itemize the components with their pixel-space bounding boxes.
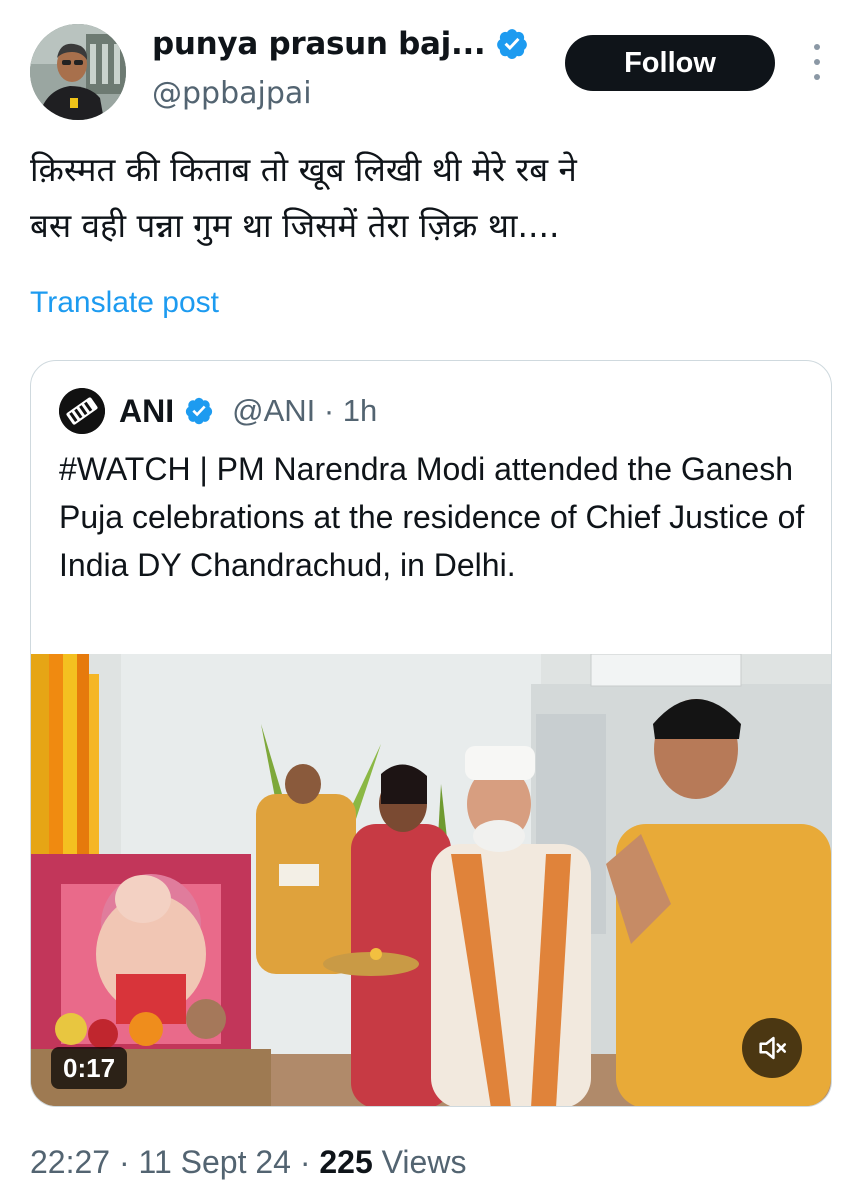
video-player[interactable]: 0:17 bbox=[31, 654, 831, 1106]
more-dot bbox=[814, 44, 820, 50]
post-text: क़िस्मत की किताब तो खूब लिखी थी मेरे रब … bbox=[30, 142, 830, 254]
verified-badge-icon bbox=[495, 27, 529, 61]
more-options-icon[interactable] bbox=[805, 42, 829, 82]
author-handle[interactable]: @ppbajpai bbox=[152, 76, 312, 111]
post-header: punya prasun baj... @ppbajpai Follow bbox=[0, 0, 860, 130]
author-avatar[interactable] bbox=[30, 24, 126, 120]
post-meta: 22:27 · 11 Sept 24 · 225 Views bbox=[30, 1144, 466, 1181]
quoted-verified-badge-icon bbox=[184, 396, 214, 426]
speaker-muted-icon[interactable] bbox=[742, 1018, 802, 1078]
author-name-row: punya prasun baj... bbox=[152, 26, 529, 62]
post-timestamp[interactable]: 22:27 · 11 Sept 24 · bbox=[30, 1144, 319, 1180]
ani-logo-icon[interactable] bbox=[59, 388, 105, 434]
follow-button[interactable]: Follow bbox=[565, 35, 775, 91]
avatar-photo bbox=[30, 24, 126, 120]
views-label: Views bbox=[372, 1144, 467, 1180]
quoted-post-card[interactable]: ANI @ANI · 1h #WATCH | PM Narendra Modi … bbox=[30, 360, 832, 1107]
author-display-name[interactable]: punya prasun baj... bbox=[152, 26, 486, 62]
views-count: 225 bbox=[319, 1144, 373, 1180]
quoted-display-name[interactable]: ANI bbox=[119, 393, 174, 430]
post-text-line: बस वही पन्ना गुम था जिसमें तेरा ज़िक्र थ… bbox=[30, 206, 560, 245]
post-text-line: क़िस्मत की किताब तो खूब लिखी थी मेरे रब … bbox=[30, 150, 577, 189]
quoted-post-text: #WATCH | PM Narendra Modi attended the G… bbox=[59, 451, 805, 583]
video-duration: 0:17 bbox=[51, 1047, 128, 1089]
more-dot bbox=[814, 59, 820, 65]
more-dot bbox=[814, 74, 820, 80]
quoted-handle-time: @ANI · 1h bbox=[232, 393, 378, 428]
translate-post-link[interactable]: Translate post bbox=[30, 286, 219, 320]
video-frame bbox=[31, 654, 831, 1106]
quoted-post-header: ANI @ANI · 1h bbox=[59, 387, 377, 435]
